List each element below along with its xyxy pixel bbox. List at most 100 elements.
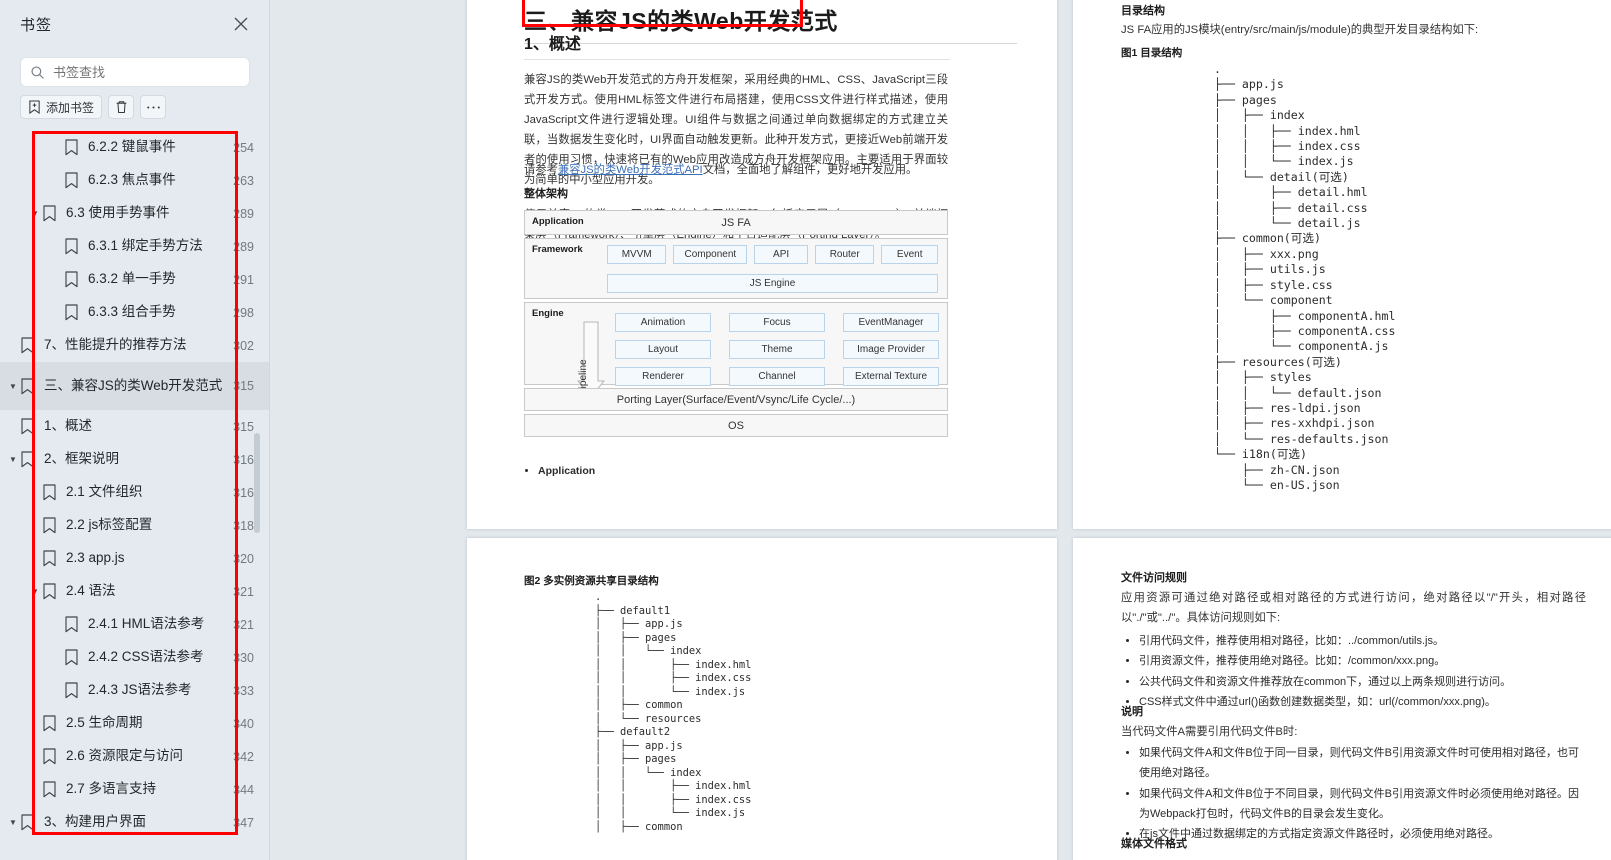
close-icon[interactable] <box>231 14 251 34</box>
bookmark-item-page: 302 <box>233 338 254 353</box>
bookmark-item[interactable]: 6.3.3 组合手势 298 <box>0 296 269 329</box>
chevron-down-icon[interactable]: ▼ <box>29 208 41 220</box>
bookmark-item-label: 2.2 js标签配置 <box>66 517 153 533</box>
arch-band-framework: Framework MVVM Component API Router Even… <box>524 238 948 299</box>
arch-band-os: OS <box>524 414 948 437</box>
bookmark-item[interactable]: ▼ 2、框架说明 316 <box>0 443 269 476</box>
bookmark-item-page: 347 <box>233 815 254 830</box>
bookmark-item-page: 263 <box>233 173 254 188</box>
api-doc-link[interactable]: 兼容JS的类Web开发范式API <box>558 164 703 176</box>
bookmark-item-label: 2.1 文件组织 <box>66 484 143 500</box>
bookmark-item[interactable]: ▼ 三、兼容JS的类Web开发范式 315 <box>0 362 269 410</box>
arch-label-engine: Engine <box>532 308 564 319</box>
bookmark-item[interactable]: 2.1 文件组织 316 <box>0 476 269 509</box>
bookmark-item[interactable]: ▼ 6.3 使用手势事件 289 <box>0 197 269 230</box>
bookmark-list[interactable]: 6.2.2 键鼠事件 254 6.2.3 焦点事件 263 ▼ 6.3 使用手势事件 289… <box>0 131 269 860</box>
bookmark-item-label: 2.4 语法 <box>66 583 116 599</box>
add-bookmark-label: 添加书签 <box>46 100 95 115</box>
bookmark-item[interactable]: 2.4.3 JS语法参考 333 <box>0 674 269 707</box>
search-icon <box>30 65 45 80</box>
bullet-list-application: Application <box>524 462 595 481</box>
search-input[interactable] <box>53 64 238 80</box>
bookmark-item-page: 289 <box>233 206 254 221</box>
directory-tree-2: . ├── default1 │ ├── app.js │ ├── pages … <box>595 591 752 833</box>
bookmark-item-page: 333 <box>233 683 254 698</box>
list-item: 在js文件中通过数据绑定的方式指定资源文件路径时，必须使用绝对路径。 <box>1139 824 1587 844</box>
bookmark-icon <box>64 238 79 255</box>
trash-icon <box>115 100 128 114</box>
paragraph-access-rules: 应用资源可通过绝对路径或相对路径的方式进行访问，绝对路径以"/"开头，相对路径以… <box>1121 592 1586 625</box>
figure-caption-1: 图1 目录结构 <box>1121 47 1183 59</box>
bookmark-item[interactable]: 2.3 app.js 320 <box>0 542 269 575</box>
bookmark-item[interactable]: 6.2.3 焦点事件 263 <box>0 164 269 197</box>
bookmark-item[interactable]: 2.4.2 CSS语法参考 330 <box>0 641 269 674</box>
bookmark-icon <box>42 583 57 600</box>
arch-chip-channel: Channel <box>729 367 825 386</box>
bookmark-item-label: 2、框架说明 <box>44 451 120 467</box>
document-page-4: 文件访问规则 应用资源可通过绝对路径或相对路径的方式进行访问，绝对路径以"/"开… <box>1073 538 1611 860</box>
bookmark-icon <box>42 550 57 567</box>
section-heading: 1、概述 <box>524 30 950 60</box>
bookmark-item[interactable]: ▼ 3、构建用户界面 347 <box>0 806 269 839</box>
arch-chip-router: Router <box>814 245 875 264</box>
bookmark-item[interactable]: 6.2.2 键鼠事件 254 <box>0 131 269 164</box>
arch-band-application: Application JS FA <box>524 210 948 235</box>
bookmark-item-label: 6.2.2 键鼠事件 <box>88 139 176 155</box>
bookmark-item-label: 2.3 app.js <box>66 550 125 566</box>
arch-chip-external-texture: External Texture <box>843 367 939 386</box>
bookmark-item-page: 291 <box>233 272 254 287</box>
document-page-2: 目录结构 JS FA应用的JS模块(entry/src/main/js/modu… <box>1073 0 1611 529</box>
chevron-down-icon[interactable]: ▼ <box>7 454 19 466</box>
bookmark-item-label: 三、兼容JS的类Web开发范式 <box>44 377 223 393</box>
bookmark-item-label: 7、性能提升的推荐方法 <box>44 337 187 353</box>
bookmark-item[interactable]: 6.3.1 绑定手势方法 289 <box>0 230 269 263</box>
bookmark-list-scrollbar[interactable] <box>254 433 260 533</box>
bookmark-icon <box>64 616 79 633</box>
bookmark-item[interactable]: 1、概述 315 <box>0 410 269 443</box>
add-bookmark-icon <box>28 100 41 114</box>
more-options-button[interactable] <box>140 95 167 119</box>
bookmarks-toolbar: 添加书签 <box>20 95 167 119</box>
bookmark-item[interactable]: 2.5 生命周期 340 <box>0 707 269 740</box>
subheading-file-access-rules: 文件访问规则 <box>1121 572 1187 584</box>
chevron-down-icon[interactable]: ▼ <box>29 586 41 598</box>
bookmark-icon <box>42 781 57 798</box>
bookmark-item[interactable]: 2.6 资源限定与访问 342 <box>0 740 269 773</box>
chevron-down-icon[interactable]: ▼ <box>7 380 19 392</box>
bookmark-item[interactable]: 2.4.1 HML语法参考 321 <box>0 608 269 641</box>
arch-value-js-fa: JS FA <box>721 216 751 229</box>
bookmark-item[interactable]: ▼ 2.4 语法 321 <box>0 575 269 608</box>
bookmark-icon <box>64 172 79 189</box>
bookmark-item-page: 316 <box>233 485 254 500</box>
bookmark-item-page: 289 <box>233 239 254 254</box>
document-viewer[interactable]: 三、兼容JS的类Web开发范式 1、概述 兼容JS的类Web开发范式的方舟开发框… <box>271 0 1611 860</box>
bookmark-item[interactable]: 2.2 js标签配置 318 <box>0 509 269 542</box>
chevron-down-icon[interactable]: ▼ <box>7 817 19 829</box>
add-bookmark-button[interactable]: 添加书签 <box>20 95 103 119</box>
arch-chip-renderer: Renderer <box>615 367 711 386</box>
arch-chip-animation: Animation <box>615 313 711 332</box>
arch-chip-image-provider: Image Provider <box>843 340 939 359</box>
bookmark-item-label: 2.4.3 JS语法参考 <box>88 682 192 698</box>
bookmark-item-label: 6.2.3 焦点事件 <box>88 172 176 188</box>
bookmark-search-box[interactable] <box>20 57 250 87</box>
bookmark-icon <box>42 484 57 501</box>
bookmark-item-label: 2.4.2 CSS语法参考 <box>88 649 204 665</box>
bookmark-item-label: 2.6 资源限定与访问 <box>66 748 184 764</box>
bookmark-item[interactable]: 2.7 多语言支持 344 <box>0 773 269 806</box>
bookmark-icon <box>42 517 57 534</box>
arch-chip-focus: Focus <box>729 313 825 332</box>
bookmark-item-label: 6.3.3 组合手势 <box>88 304 176 320</box>
bookmark-item-label: 3、构建用户界面 <box>44 814 147 830</box>
bookmark-item[interactable]: 7、性能提升的推荐方法 302 <box>0 329 269 362</box>
bookmark-icon <box>64 271 79 288</box>
bookmark-item[interactable]: 6.3.2 单一手势 291 <box>0 263 269 296</box>
bookmark-item-page: 340 <box>233 716 254 731</box>
bookmark-item-page: 321 <box>233 617 254 632</box>
bookmarks-panel-header: 书签 <box>0 0 269 46</box>
bullet-list-access-rules: 引用代码文件，推荐使用相对路径，比如：../common/utils.js。 引… <box>1125 631 1587 712</box>
list-item: 公共代码文件和资源文件推荐放在common下，通过以上两条规则进行访问。 <box>1139 672 1587 692</box>
delete-bookmark-button[interactable] <box>108 95 135 119</box>
arch-value-porting-layer: Porting Layer(Surface/Event/Vsync/Life C… <box>616 393 856 406</box>
bookmark-icon <box>20 451 35 468</box>
